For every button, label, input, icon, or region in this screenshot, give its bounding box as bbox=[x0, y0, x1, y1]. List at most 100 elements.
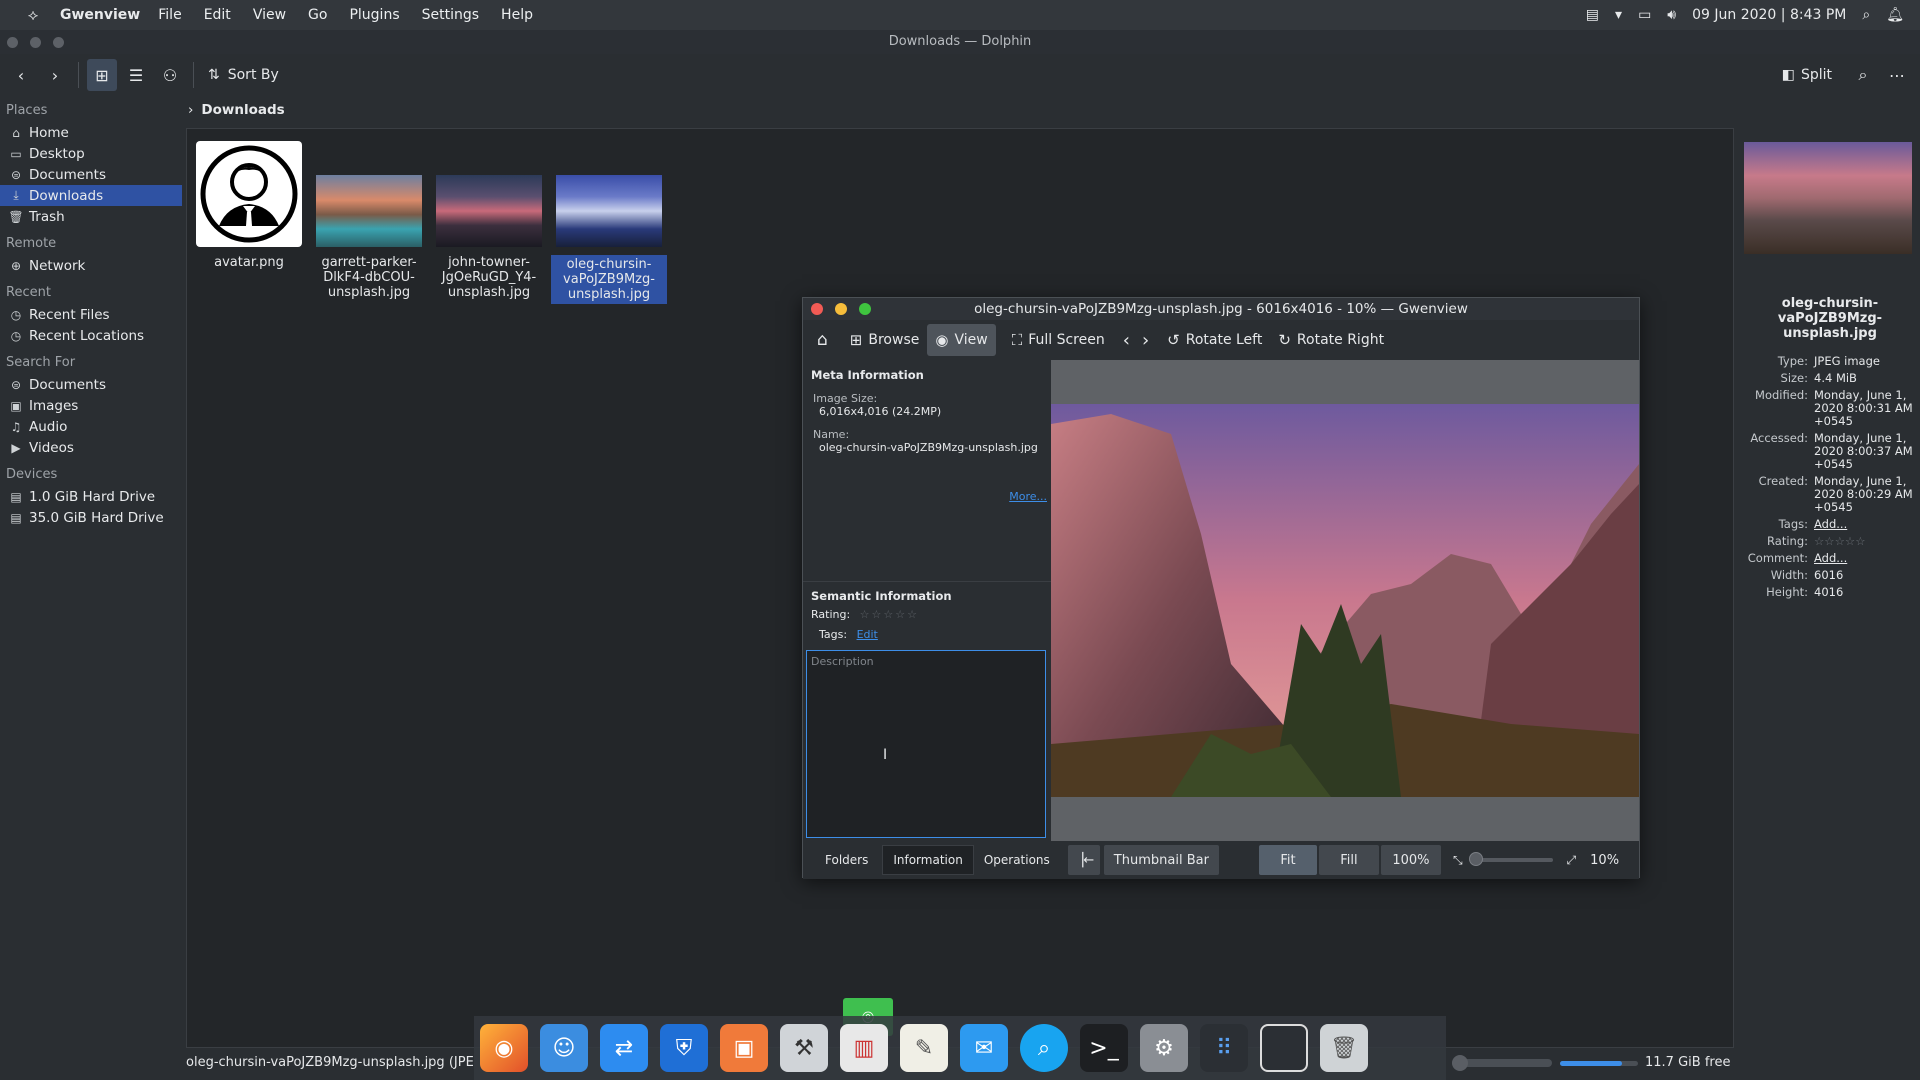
sidebar-item-trash[interactable]: 🗑︎ Trash bbox=[0, 206, 182, 227]
image-viewer[interactable] bbox=[1051, 360, 1639, 841]
menu-settings[interactable]: Settings bbox=[422, 7, 479, 23]
notification-bell-icon[interactable]: 🔔︎ bbox=[1886, 7, 1904, 23]
sidebar-item-audio[interactable]: ♫ Audio bbox=[0, 416, 182, 437]
more-menu-button[interactable]: ⋯ bbox=[1882, 59, 1912, 91]
menu-help[interactable]: Help bbox=[501, 7, 533, 23]
details-view-button[interactable]: ☰ bbox=[121, 59, 151, 91]
view-button[interactable]: ◉ View bbox=[927, 324, 996, 356]
file-item-avatar[interactable]: avatar.png bbox=[191, 141, 307, 270]
sidebar-item-documents[interactable]: ⊜ Documents bbox=[0, 164, 182, 185]
split-button[interactable]: ◧ Split bbox=[1776, 59, 1838, 91]
eye-icon: ◉ bbox=[935, 331, 949, 349]
contacts-icon[interactable]: ▥ bbox=[840, 1024, 888, 1072]
meta-information-header: Meta Information bbox=[811, 368, 924, 382]
zoom-slider-handle[interactable] bbox=[1468, 852, 1483, 866]
tree-view-button[interactable]: ⚇ bbox=[155, 59, 185, 91]
description-input[interactable]: Description I bbox=[806, 650, 1046, 838]
clock[interactable]: 09 Jun 2020 | 8:43 PM bbox=[1692, 7, 1846, 23]
clipboard-icon[interactable]: ▤ bbox=[1586, 7, 1599, 23]
sidebar-item-recent-files[interactable]: ◷ Recent Files bbox=[0, 304, 182, 325]
volume-icon[interactable]: 🔊︎ bbox=[1667, 7, 1676, 23]
semantic-information-header: Semantic Information bbox=[811, 589, 952, 603]
breadcrumb-downloads[interactable]: Downloads bbox=[201, 102, 284, 118]
menu-file[interactable]: File bbox=[158, 7, 181, 23]
file-item-oleg[interactable]: oleg-chursin-vaPoJZB9Mzg-unsplash.jpg bbox=[551, 141, 667, 304]
rotate-right-button[interactable]: ↻ Rotate Right bbox=[1270, 324, 1392, 356]
sidebar-item-videos[interactable]: ▶ Videos bbox=[0, 437, 182, 458]
tab-folders[interactable]: Folders bbox=[815, 845, 878, 875]
toggle-sidebar-button[interactable]: ▕← bbox=[1067, 845, 1100, 875]
app-name[interactable]: Gwenview bbox=[60, 7, 140, 23]
tools-icon[interactable]: ⚒ bbox=[780, 1024, 828, 1072]
settings-gear-icon[interactable]: ⚙ bbox=[1140, 1024, 1188, 1072]
system-logo-icon[interactable]: ⟡ bbox=[18, 5, 48, 25]
info-key: Rating: bbox=[1767, 534, 1808, 548]
breadcrumb[interactable]: › Downloads bbox=[188, 100, 285, 120]
menu-go[interactable]: Go bbox=[308, 7, 327, 23]
app-grid-icon[interactable]: ⠿ bbox=[1200, 1024, 1248, 1072]
sidebar-item-network[interactable]: ⊕ Network bbox=[0, 255, 182, 276]
forward-button[interactable]: › bbox=[40, 59, 70, 91]
sidebar-item-drive-2[interactable]: ▤ 35.0 GiB Hard Drive bbox=[0, 507, 182, 528]
tab-information[interactable]: Information bbox=[882, 845, 974, 875]
tree-icon: ⚇ bbox=[162, 65, 178, 85]
trash-bin-icon[interactable]: 🗑︎ bbox=[1320, 1024, 1368, 1072]
chevron-right-icon: › bbox=[188, 102, 194, 118]
zoom-slider[interactable] bbox=[1468, 852, 1553, 866]
zoom-fit-button[interactable]: Fit bbox=[1258, 845, 1317, 875]
menu-view[interactable]: View bbox=[253, 7, 286, 23]
desktop-window-icon[interactable] bbox=[1260, 1024, 1308, 1072]
slider-handle[interactable] bbox=[1452, 1055, 1468, 1071]
trash-icon: 🗑︎ bbox=[8, 209, 24, 224]
security-shield-icon[interactable]: ⛨ bbox=[660, 1024, 708, 1072]
search-icon[interactable]: ⌕ bbox=[1862, 7, 1870, 23]
chevron-down-icon[interactable]: ▾ bbox=[1615, 7, 1622, 23]
rotate-left-button[interactable]: ↺ Rotate Left bbox=[1159, 324, 1270, 356]
rating-stars[interactable]: ☆☆☆☆☆ bbox=[1814, 535, 1914, 548]
next-button[interactable]: › bbox=[1136, 324, 1155, 356]
main-image[interactable] bbox=[1051, 404, 1639, 797]
icons-view-button[interactable]: ⊞ bbox=[87, 59, 117, 91]
zoom-fill-button[interactable]: Fill bbox=[1318, 845, 1379, 875]
home-button[interactable]: ⌂ bbox=[809, 324, 836, 356]
image-viewer-icon[interactable]: ▣ bbox=[720, 1024, 768, 1072]
file-item-john[interactable]: john-towner-JgOeRuGD_Y4-unsplash.jpg bbox=[431, 141, 547, 300]
display-icon[interactable]: ▭ bbox=[1638, 7, 1651, 23]
tab-operations[interactable]: Operations bbox=[974, 845, 1060, 875]
sidebar-item-drive-1[interactable]: ▤ 1.0 GiB Hard Drive bbox=[0, 486, 182, 507]
add-tags-link[interactable]: Add... bbox=[1814, 518, 1914, 531]
sidebar-item-recent-locations[interactable]: ◷ Recent Locations bbox=[0, 325, 182, 346]
sidebar-item-desktop[interactable]: ▭ Desktop bbox=[0, 143, 182, 164]
back-button[interactable]: ‹ bbox=[6, 59, 36, 91]
rotate-left-label: Rotate Left bbox=[1185, 332, 1263, 348]
sidebar-item-downloads[interactable]: ⤓ Downloads bbox=[0, 185, 182, 206]
search-button[interactable]: ⌕ bbox=[1848, 59, 1878, 91]
zoom-in-icon[interactable]: ⤢ bbox=[1567, 853, 1577, 868]
browse-button[interactable]: ⊞ Browse bbox=[842, 324, 928, 356]
sidebar-item-home[interactable]: ⌂ Home bbox=[0, 122, 182, 143]
sort-by-button[interactable]: ⇅ Sort By bbox=[202, 59, 285, 91]
menu-plugins[interactable]: Plugins bbox=[349, 7, 399, 23]
edit-tags-link[interactable]: Edit bbox=[857, 628, 878, 641]
mail-icon[interactable]: ✉ bbox=[960, 1024, 1008, 1072]
sidebar-item-images[interactable]: ▣ Images bbox=[0, 395, 182, 416]
rating-label: Rating: bbox=[811, 608, 851, 621]
firefox-icon[interactable]: ◉ bbox=[480, 1024, 528, 1072]
zoom-size-slider[interactable] bbox=[1452, 1055, 1552, 1071]
dolphin-icon[interactable]: ⇄ bbox=[600, 1024, 648, 1072]
more-link[interactable]: More... bbox=[1009, 490, 1047, 503]
thumbnail-bar-button[interactable]: Thumbnail Bar bbox=[1103, 845, 1219, 875]
rating-stars[interactable]: ☆☆☆☆☆ bbox=[860, 608, 919, 621]
search-app-icon[interactable]: ⌕ bbox=[1020, 1024, 1068, 1072]
file-item-garrett[interactable]: garrett-parker-DlkF4-dbCOU-unsplash.jpg bbox=[311, 141, 427, 300]
previous-button[interactable]: ‹ bbox=[1117, 324, 1136, 356]
finder-icon[interactable]: ☺ bbox=[540, 1024, 588, 1072]
terminal-icon[interactable]: >_ bbox=[1080, 1024, 1128, 1072]
notes-icon[interactable]: ✎ bbox=[900, 1024, 948, 1072]
add-comment-link[interactable]: Add... bbox=[1814, 552, 1914, 565]
zoom-100-button[interactable]: 100% bbox=[1380, 845, 1441, 875]
zoom-out-icon[interactable]: ⤡ bbox=[1453, 853, 1463, 868]
menu-edit[interactable]: Edit bbox=[204, 7, 231, 23]
sidebar-item-search-documents[interactable]: ⊜ Documents bbox=[0, 374, 182, 395]
fullscreen-button[interactable]: ⛶ Full Screen bbox=[1004, 324, 1113, 356]
